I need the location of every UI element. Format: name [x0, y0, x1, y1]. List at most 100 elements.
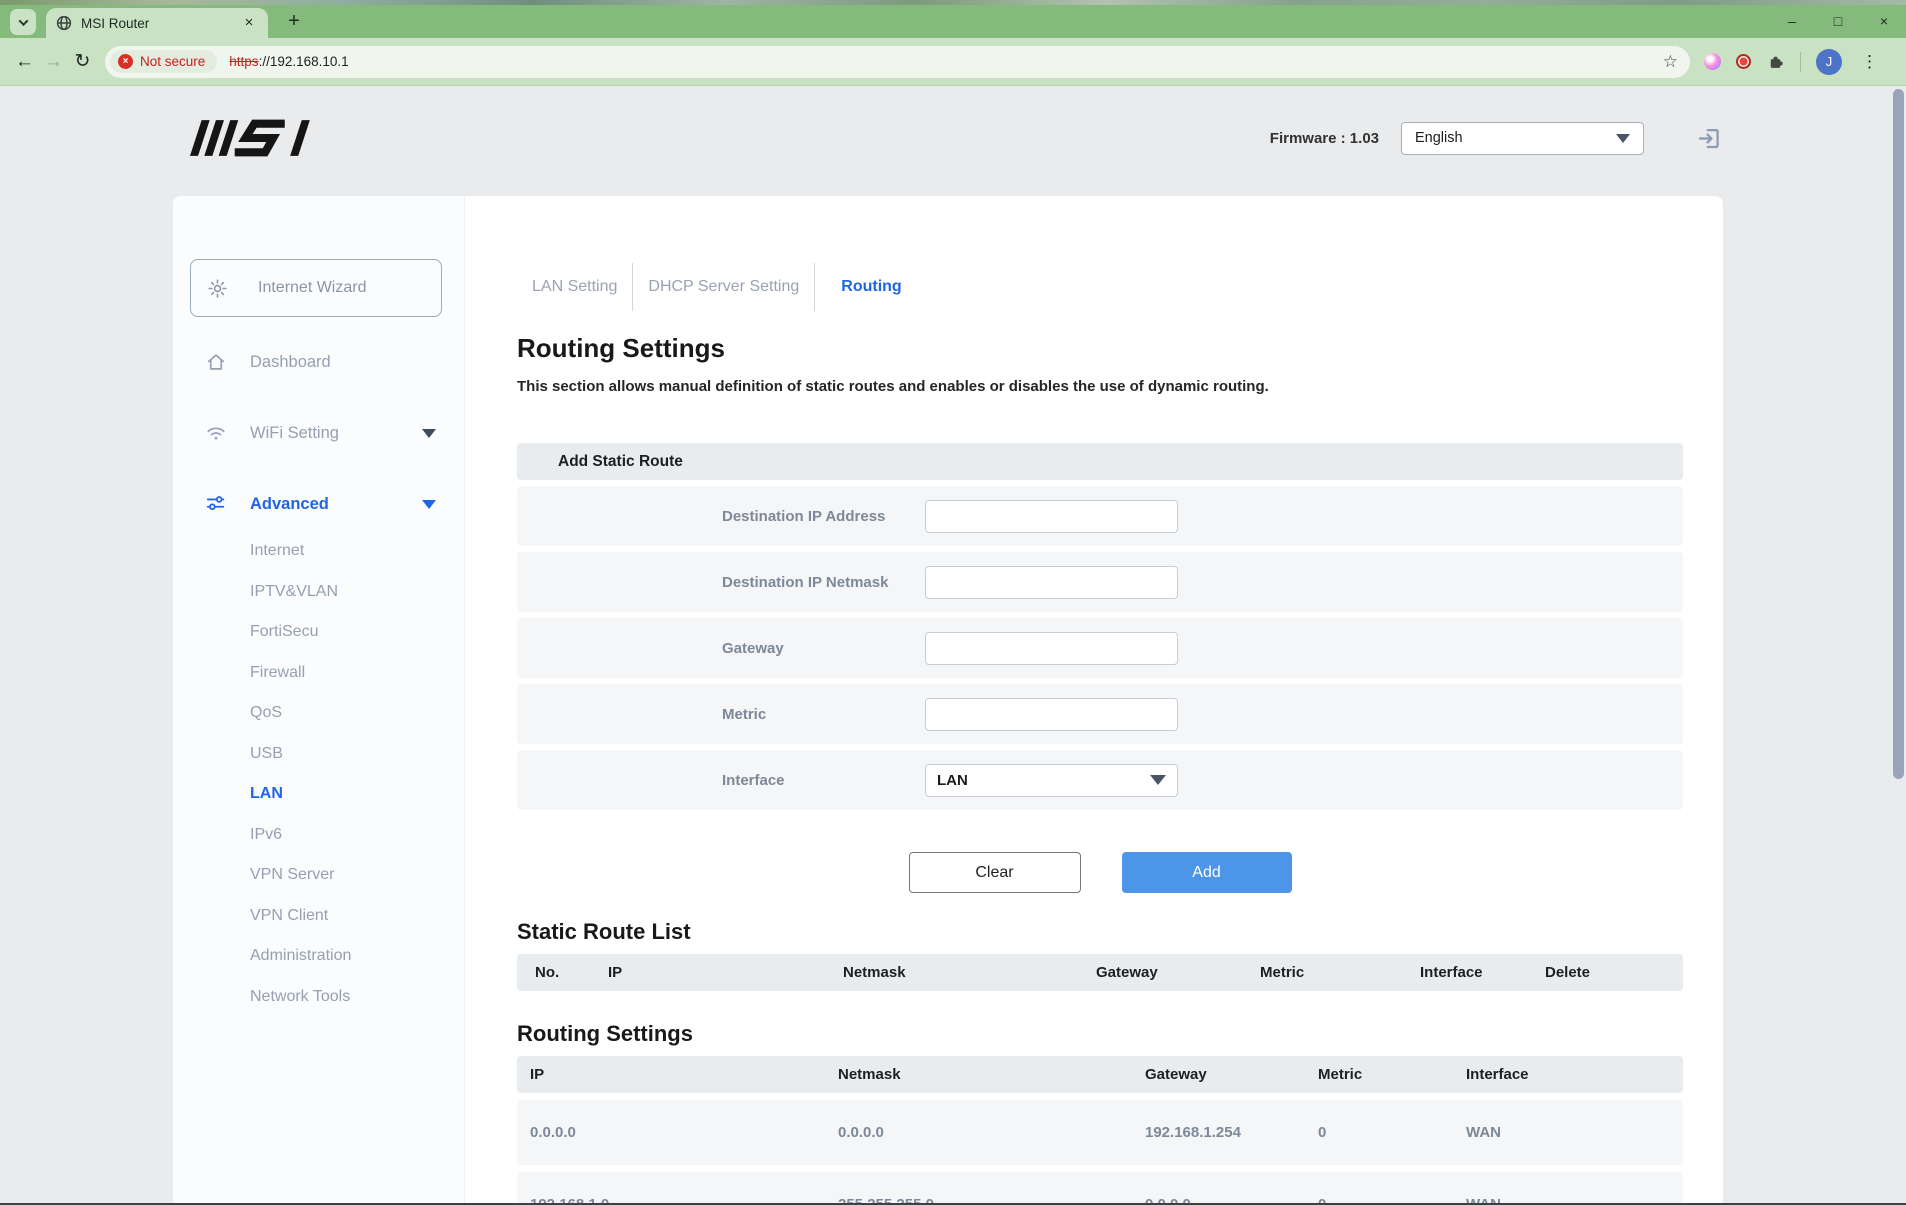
- chevron-down-icon: [18, 16, 28, 26]
- dropdown-arrow-icon: [1150, 775, 1166, 785]
- profile-avatar[interactable]: J: [1816, 49, 1842, 75]
- page-scrollbar[interactable]: [1893, 89, 1904, 779]
- cell-interface: WAN: [1466, 1124, 1683, 1141]
- sliders-icon: [205, 493, 227, 515]
- extension-pink-icon[interactable]: [1704, 53, 1721, 70]
- sidebar-item-lan[interactable]: LAN: [173, 774, 464, 815]
- new-tab-button[interactable]: +: [280, 8, 308, 36]
- column-header: Metric: [1318, 1066, 1466, 1083]
- forward-icon[interactable]: →: [39, 47, 68, 76]
- sidebar-item-label: Internet Wizard: [258, 279, 366, 297]
- logout-button[interactable]: [1696, 125, 1723, 152]
- sidebar-item-iptv-vlan[interactable]: IPTV&VLAN: [173, 572, 464, 613]
- sidebar-item-network-tools[interactable]: Network Tools: [173, 977, 464, 1018]
- window-maximize-button[interactable]: □: [1830, 13, 1846, 29]
- wifi-icon: [205, 422, 227, 444]
- record-extension-icon[interactable]: [1736, 54, 1751, 69]
- static-route-list-title: Static Route List: [517, 919, 1683, 945]
- firmware-version: Firmware : 1.03: [1270, 130, 1379, 147]
- clear-button[interactable]: Clear: [909, 852, 1081, 893]
- cell-gateway: 192.168.1.254: [1145, 1124, 1318, 1141]
- language-select[interactable]: English: [1401, 122, 1644, 155]
- field-label: Interface: [722, 772, 925, 789]
- refresh-icon[interactable]: ↻: [68, 47, 97, 76]
- field-label: Gateway: [722, 640, 925, 657]
- gear-icon: [207, 278, 228, 299]
- content-area: LAN Setting DHCP Server Setting Routing …: [465, 196, 1723, 1205]
- sidebar-item-administration[interactable]: Administration: [173, 936, 464, 977]
- sidebar-item-qos[interactable]: QoS: [173, 693, 464, 734]
- dropdown-arrow-icon: [1616, 134, 1630, 143]
- sidebar-item-wifi-setting[interactable]: WiFi Setting: [173, 413, 464, 453]
- window-close-button[interactable]: ×: [1876, 13, 1892, 29]
- field-label: Metric: [722, 706, 925, 723]
- language-selected-value: English: [1415, 130, 1463, 146]
- back-icon[interactable]: ←: [10, 47, 39, 76]
- column-header: No.: [535, 964, 608, 981]
- msi-logo: [190, 118, 342, 158]
- sidebar-item-internet[interactable]: Internet: [173, 531, 464, 572]
- sidebar-item-firewall[interactable]: Firewall: [173, 653, 464, 694]
- tab-close-icon[interactable]: ×: [240, 14, 258, 32]
- advanced-submenu: Internet IPTV&VLAN FortiSecu Firewall Qo…: [173, 531, 464, 1017]
- interface-select[interactable]: LAN: [925, 764, 1178, 797]
- field-label: Destination IP Address: [722, 508, 925, 525]
- not-secure-icon: ×: [118, 54, 133, 69]
- url-host: ://192.168.10.1: [259, 54, 349, 69]
- sidebar-item-fortisecu[interactable]: FortiSecu: [173, 612, 464, 653]
- browser-tab-strip: MSI Router × + – □ ×: [0, 5, 1906, 38]
- sidebar-item-vpn-client[interactable]: VPN Client: [173, 896, 464, 937]
- tab-dhcp-server-setting[interactable]: DHCP Server Setting: [633, 278, 814, 296]
- sidebar-item-label: WiFi Setting: [250, 424, 339, 443]
- destination-ip-netmask-input[interactable]: [925, 566, 1178, 599]
- column-header: IP: [608, 964, 843, 981]
- sidebar-item-dashboard[interactable]: Dashboard: [173, 342, 464, 382]
- column-header: Interface: [1466, 1066, 1683, 1083]
- site-security-chip[interactable]: × Not secure: [110, 50, 217, 73]
- sidebar-item-internet-wizard[interactable]: Internet Wizard: [190, 259, 442, 317]
- sidebar-item-label: Dashboard: [250, 353, 331, 372]
- url-scheme: https: [229, 54, 258, 69]
- browser-tab[interactable]: MSI Router ×: [46, 8, 268, 38]
- tab-title: MSI Router: [81, 16, 149, 31]
- column-header: IP: [530, 1066, 838, 1083]
- window-minimize-button[interactable]: –: [1784, 13, 1800, 29]
- tab-search-button[interactable]: [10, 9, 36, 35]
- form-buttons: Clear Add: [517, 852, 1683, 893]
- sidebar-item-vpn-server[interactable]: VPN Server: [173, 855, 464, 896]
- home-icon: [205, 351, 227, 373]
- address-bar[interactable]: × Not secure https://192.168.10.1 ☆: [105, 46, 1690, 78]
- add-button[interactable]: Add: [1122, 852, 1292, 893]
- extensions-puzzle-icon[interactable]: [1766, 52, 1785, 71]
- column-header: Delete: [1545, 964, 1683, 981]
- routing-table-header: IP Netmask Gateway Metric Interface: [517, 1056, 1683, 1093]
- interface-selected-value: LAN: [937, 772, 968, 789]
- bookmark-star-icon[interactable]: ☆: [1663, 52, 1678, 72]
- form-row-metric: Metric: [517, 684, 1683, 744]
- router-admin-page: Firmware : 1.03 English Internet Wiza: [0, 86, 1906, 1205]
- sidebar-item-usb[interactable]: USB: [173, 734, 464, 775]
- sidebar-item-label: Advanced: [250, 495, 329, 514]
- browser-toolbar: ← → ↻ × Not secure https://192.168.10.1 …: [0, 38, 1906, 86]
- field-label: Destination IP Netmask: [722, 574, 925, 591]
- tab-routing[interactable]: Routing: [815, 278, 927, 296]
- sidebar-item-advanced[interactable]: Advanced: [173, 484, 464, 524]
- static-route-list-header: No. IP Netmask Gateway Metric Interface …: [517, 954, 1683, 991]
- table-row: 192.168.1.0 255.255.255.0 0.0.0.0 0 WAN: [517, 1172, 1683, 1205]
- destination-ip-address-input[interactable]: [925, 500, 1178, 533]
- browser-menu-icon[interactable]: ⋮: [1857, 52, 1882, 72]
- column-header: Interface: [1420, 964, 1545, 981]
- form-row-destination-ip: Destination IP Address: [517, 486, 1683, 546]
- table-row: 0.0.0.0 0.0.0.0 192.168.1.254 0 WAN: [517, 1100, 1683, 1165]
- site-header: Firmware : 1.03 English: [190, 108, 1723, 168]
- tab-lan-setting[interactable]: LAN Setting: [517, 278, 632, 296]
- metric-input[interactable]: [925, 698, 1178, 731]
- form-row-destination-netmask: Destination IP Netmask: [517, 552, 1683, 612]
- column-header: Netmask: [838, 1066, 1145, 1083]
- column-header: Gateway: [1096, 964, 1260, 981]
- routing-table-title: Routing Settings: [517, 1021, 1683, 1047]
- form-row-interface: Interface LAN: [517, 750, 1683, 810]
- gateway-input[interactable]: [925, 632, 1178, 665]
- cell-metric: 0: [1318, 1124, 1466, 1141]
- sidebar-item-ipv6[interactable]: IPv6: [173, 815, 464, 856]
